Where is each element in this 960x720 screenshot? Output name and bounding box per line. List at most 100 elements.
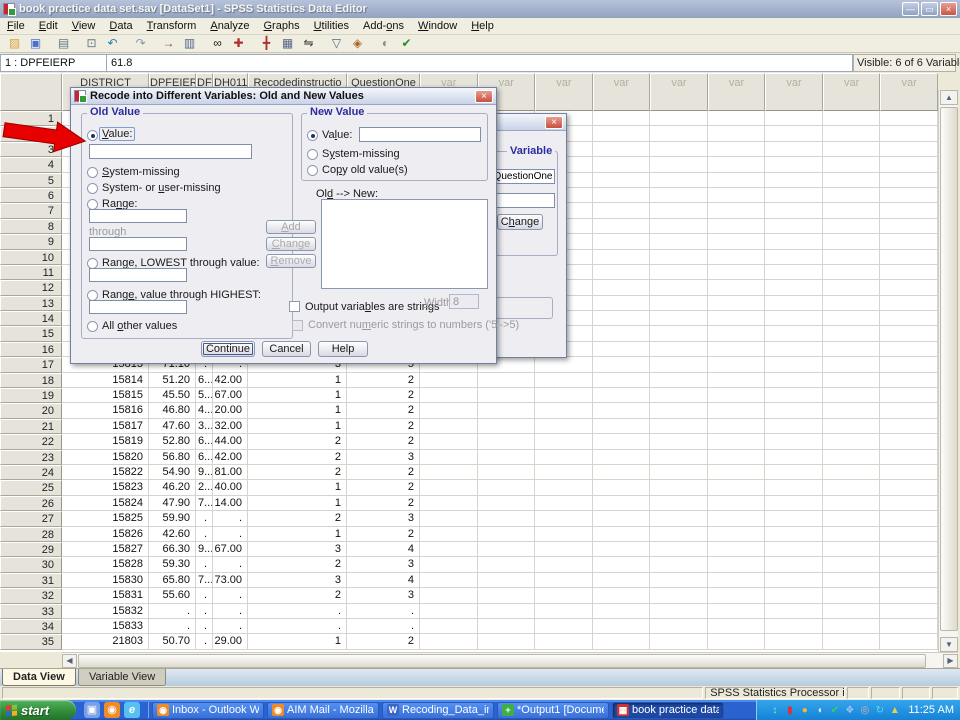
grid-cell-var[interactable]: [823, 480, 881, 495]
redo-icon[interactable]: ↷: [130, 35, 151, 52]
grid-cell[interactable]: 7...: [196, 496, 213, 511]
grid-cell-var[interactable]: [765, 280, 823, 295]
range-highest-input[interactable]: [89, 300, 187, 314]
grid-cell-var[interactable]: [823, 557, 881, 572]
grid-cell-var[interactable]: [880, 434, 938, 449]
grid-cell-var[interactable]: [765, 465, 823, 480]
grid-cell-var[interactable]: [650, 450, 708, 465]
grid-cell-var[interactable]: [535, 388, 593, 403]
grid-cell-var[interactable]: [478, 573, 536, 588]
grid-cell-var[interactable]: [765, 250, 823, 265]
grid-cell[interactable]: 7...: [196, 573, 213, 588]
grid-cell-var[interactable]: [765, 342, 823, 357]
app-icon[interactable]: ▣: [84, 702, 100, 718]
grid-cell[interactable]: 2: [248, 434, 347, 449]
grid-cell[interactable]: 15831: [62, 588, 149, 603]
grid-cell[interactable]: .: [213, 619, 248, 634]
grid-cell-var[interactable]: [593, 126, 651, 141]
grid-cell-var[interactable]: [880, 634, 938, 649]
grid-cell-var[interactable]: [708, 126, 766, 141]
grid-cell-var[interactable]: [765, 203, 823, 218]
grid-cell[interactable]: 2: [347, 527, 420, 542]
grid-cell[interactable]: 15828: [62, 557, 149, 572]
grid-cell-var[interactable]: [880, 326, 938, 341]
menu-item[interactable]: Help: [464, 18, 501, 35]
grid-cell-var[interactable]: [823, 219, 881, 234]
grid-cell-var[interactable]: [823, 326, 881, 341]
grid-cell-var[interactable]: [880, 527, 938, 542]
add-button[interactable]: Add: [266, 220, 316, 234]
grid-cell-var[interactable]: [478, 619, 536, 634]
grid-cell-var[interactable]: [650, 419, 708, 434]
grid-cell-var[interactable]: [535, 634, 593, 649]
grid-cell-var[interactable]: [708, 388, 766, 403]
grid-cell-var[interactable]: [593, 203, 651, 218]
grid-cell[interactable]: 2: [347, 403, 420, 418]
grid-cell-var[interactable]: [765, 403, 823, 418]
grid-cell[interactable]: 6...: [196, 450, 213, 465]
cell-value-box[interactable]: 61.8: [107, 54, 853, 72]
scroll-up-button[interactable]: ▲: [940, 90, 958, 105]
grid-cell-var[interactable]: [823, 588, 881, 603]
sync-arrows-icon[interactable]: ↕: [767, 703, 782, 718]
grid-cell-var[interactable]: [708, 588, 766, 603]
grid-cell-var[interactable]: [535, 573, 593, 588]
row-header-21[interactable]: 21: [0, 419, 62, 434]
internet-explorer-icon[interactable]: e: [124, 702, 140, 718]
grid-cell-var[interactable]: [650, 465, 708, 480]
grid-cell[interactable]: 15823: [62, 480, 149, 495]
grid-cell-var[interactable]: [650, 573, 708, 588]
spellcheck-icon[interactable]: ✔: [396, 35, 417, 52]
grid-cell[interactable]: 56.80: [149, 450, 196, 465]
grid-cell[interactable]: 2: [347, 388, 420, 403]
menu-item[interactable]: Transform: [140, 18, 204, 35]
grid-cell-var[interactable]: [823, 250, 881, 265]
row-header-33[interactable]: 33: [0, 604, 62, 619]
old-value-radio-label[interactable]: Value:: [99, 127, 135, 141]
grid-cell-var[interactable]: [880, 373, 938, 388]
grid-cell-var[interactable]: [593, 465, 651, 480]
grid-cell-var[interactable]: [535, 619, 593, 634]
tab-data-view[interactable]: Data View: [2, 669, 76, 686]
grid-cell[interactable]: 2: [347, 496, 420, 511]
security-shield-icon[interactable]: ▲: [887, 703, 902, 718]
grid-cell-var[interactable]: [708, 296, 766, 311]
grid-cell-var[interactable]: [880, 388, 938, 403]
grid-cell-var[interactable]: [823, 173, 881, 188]
grid-cell[interactable]: 15814: [62, 373, 149, 388]
grid-cell-var[interactable]: [823, 542, 881, 557]
grid-cell-var[interactable]: [535, 527, 593, 542]
grid-cell-var[interactable]: [535, 542, 593, 557]
grid-cell-var[interactable]: [650, 357, 708, 372]
start-button[interactable]: start: [0, 700, 76, 720]
grid-cell[interactable]: 42.60: [149, 527, 196, 542]
grid-cell-var[interactable]: [765, 573, 823, 588]
grid-cell[interactable]: 4: [347, 573, 420, 588]
find-icon[interactable]: ∞: [207, 35, 228, 52]
grid-cell-var[interactable]: [535, 588, 593, 603]
grid-cell-var[interactable]: [765, 373, 823, 388]
grid-cell-var[interactable]: [765, 480, 823, 495]
grid-cell[interactable]: 9...: [196, 465, 213, 480]
grid-cell-var[interactable]: [765, 604, 823, 619]
value-labels-icon[interactable]: ◈: [347, 35, 368, 52]
taskbar-task[interactable]: ◉AIM Mail - Mozilla Fir...: [267, 702, 379, 719]
row-header-34[interactable]: 34: [0, 619, 62, 634]
grid-cell[interactable]: 2: [347, 634, 420, 649]
grid-cell-var[interactable]: [593, 250, 651, 265]
grid-cell-var[interactable]: [420, 480, 478, 495]
grid-cell[interactable]: .: [196, 557, 213, 572]
grid-cell-var[interactable]: [880, 173, 938, 188]
grid-cell[interactable]: 59.30: [149, 557, 196, 572]
dialog-recall-icon[interactable]: ⊡: [81, 35, 102, 52]
scroll-left-button[interactable]: ◀: [62, 654, 77, 668]
grid-cell-var[interactable]: [593, 604, 651, 619]
grid-cell-var[interactable]: [478, 496, 536, 511]
grid-cell-var[interactable]: [880, 357, 938, 372]
grid-cell-var[interactable]: [880, 111, 938, 126]
grid-cell-var[interactable]: [880, 280, 938, 295]
grid-cell-var[interactable]: [650, 511, 708, 526]
grid-cell[interactable]: 15826: [62, 527, 149, 542]
select-cases-icon[interactable]: ▽: [326, 35, 347, 52]
grid-cell[interactable]: 15827: [62, 542, 149, 557]
